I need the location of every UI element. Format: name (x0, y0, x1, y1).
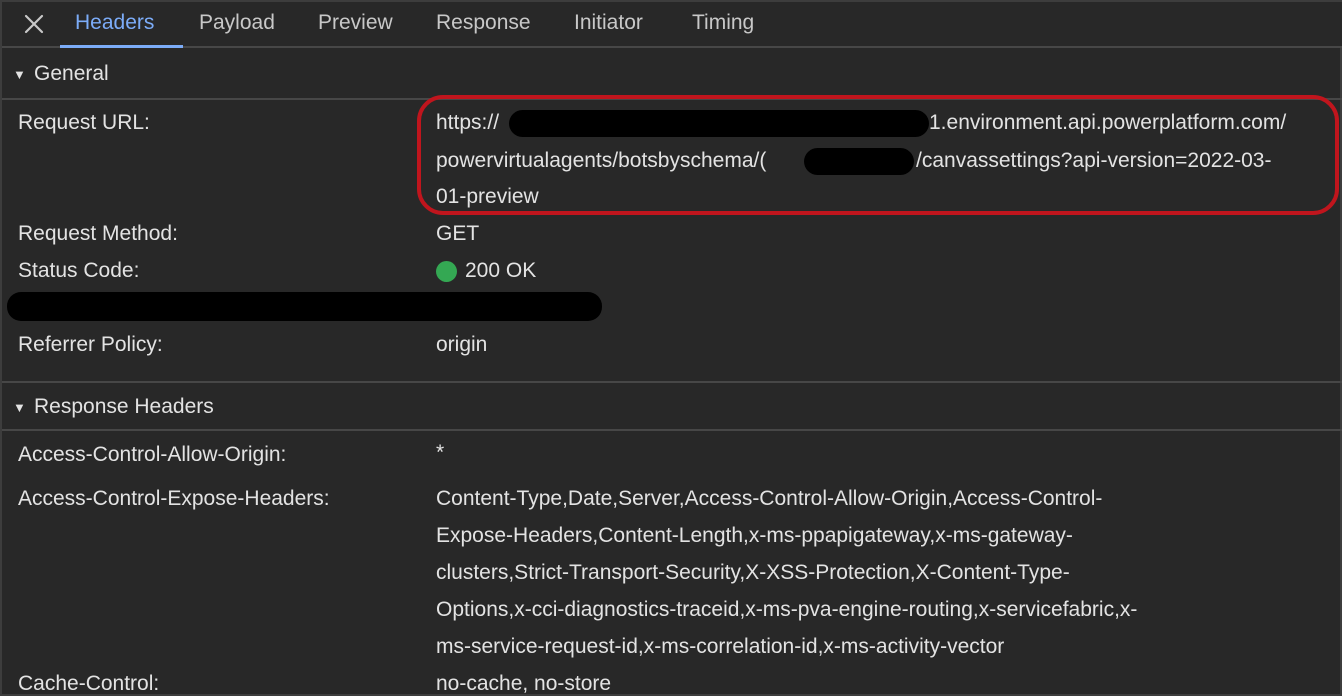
tab-headers[interactable]: Headers (75, 11, 154, 35)
aceh-label: Access-Control-Expose-Headers: (18, 487, 330, 510)
divider (2, 429, 1342, 431)
collapse-triangle-icon: ▼ (13, 400, 26, 415)
close-icon[interactable] (22, 12, 46, 36)
status-code-value: 200 OK (465, 259, 537, 282)
cache-control-value: no-cache, no-store (436, 672, 612, 695)
response-headers-section-header[interactable]: ▼ Response Headers (2, 383, 1342, 433)
active-tab-indicator (60, 45, 183, 48)
acao-label: Access-Control-Allow-Origin: (18, 443, 287, 466)
tab-timing[interactable]: Timing (692, 11, 754, 35)
request-url-label: Request URL: (18, 111, 150, 134)
redacted-row (7, 292, 602, 321)
status-ok-icon (436, 261, 457, 282)
aceh-value-line: clusters,Strict-Transport-Security,X-XSS… (436, 561, 1070, 584)
devtools-panel: Headers Payload Preview Response Initiat… (0, 0, 1342, 696)
cache-control-label: Cache-Control: (18, 672, 160, 695)
aceh-value-line: Content-Type,Date,Server,Access-Control-… (436, 487, 1103, 510)
request-method-value: GET (436, 222, 480, 245)
status-code-label: Status Code: (18, 259, 140, 282)
general-section-title: General (34, 62, 109, 85)
url-highlight-annotation (417, 95, 1339, 215)
response-headers-section-title: Response Headers (34, 395, 214, 418)
collapse-triangle-icon: ▼ (13, 67, 26, 82)
request-method-label: Request Method: (18, 222, 178, 245)
tab-payload[interactable]: Payload (199, 11, 275, 35)
tab-response[interactable]: Response (436, 11, 531, 35)
referrer-policy-value: origin (436, 333, 488, 356)
tab-bar: Headers Payload Preview Response Initiat… (2, 2, 1342, 48)
general-section-header[interactable]: ▼ General (2, 50, 1342, 100)
referrer-policy-label: Referrer Policy: (18, 333, 163, 356)
tab-preview[interactable]: Preview (318, 11, 393, 35)
aceh-value-line: Options,x-cci-diagnostics-traceid,x-ms-p… (436, 598, 1138, 621)
acao-value: * (436, 441, 445, 464)
tab-initiator[interactable]: Initiator (574, 11, 643, 35)
aceh-value-line: Expose-Headers,Content-Length,x-ms-ppapi… (436, 524, 1073, 547)
aceh-value-line: ms-service-request-id,x-ms-correlation-i… (436, 635, 1005, 658)
